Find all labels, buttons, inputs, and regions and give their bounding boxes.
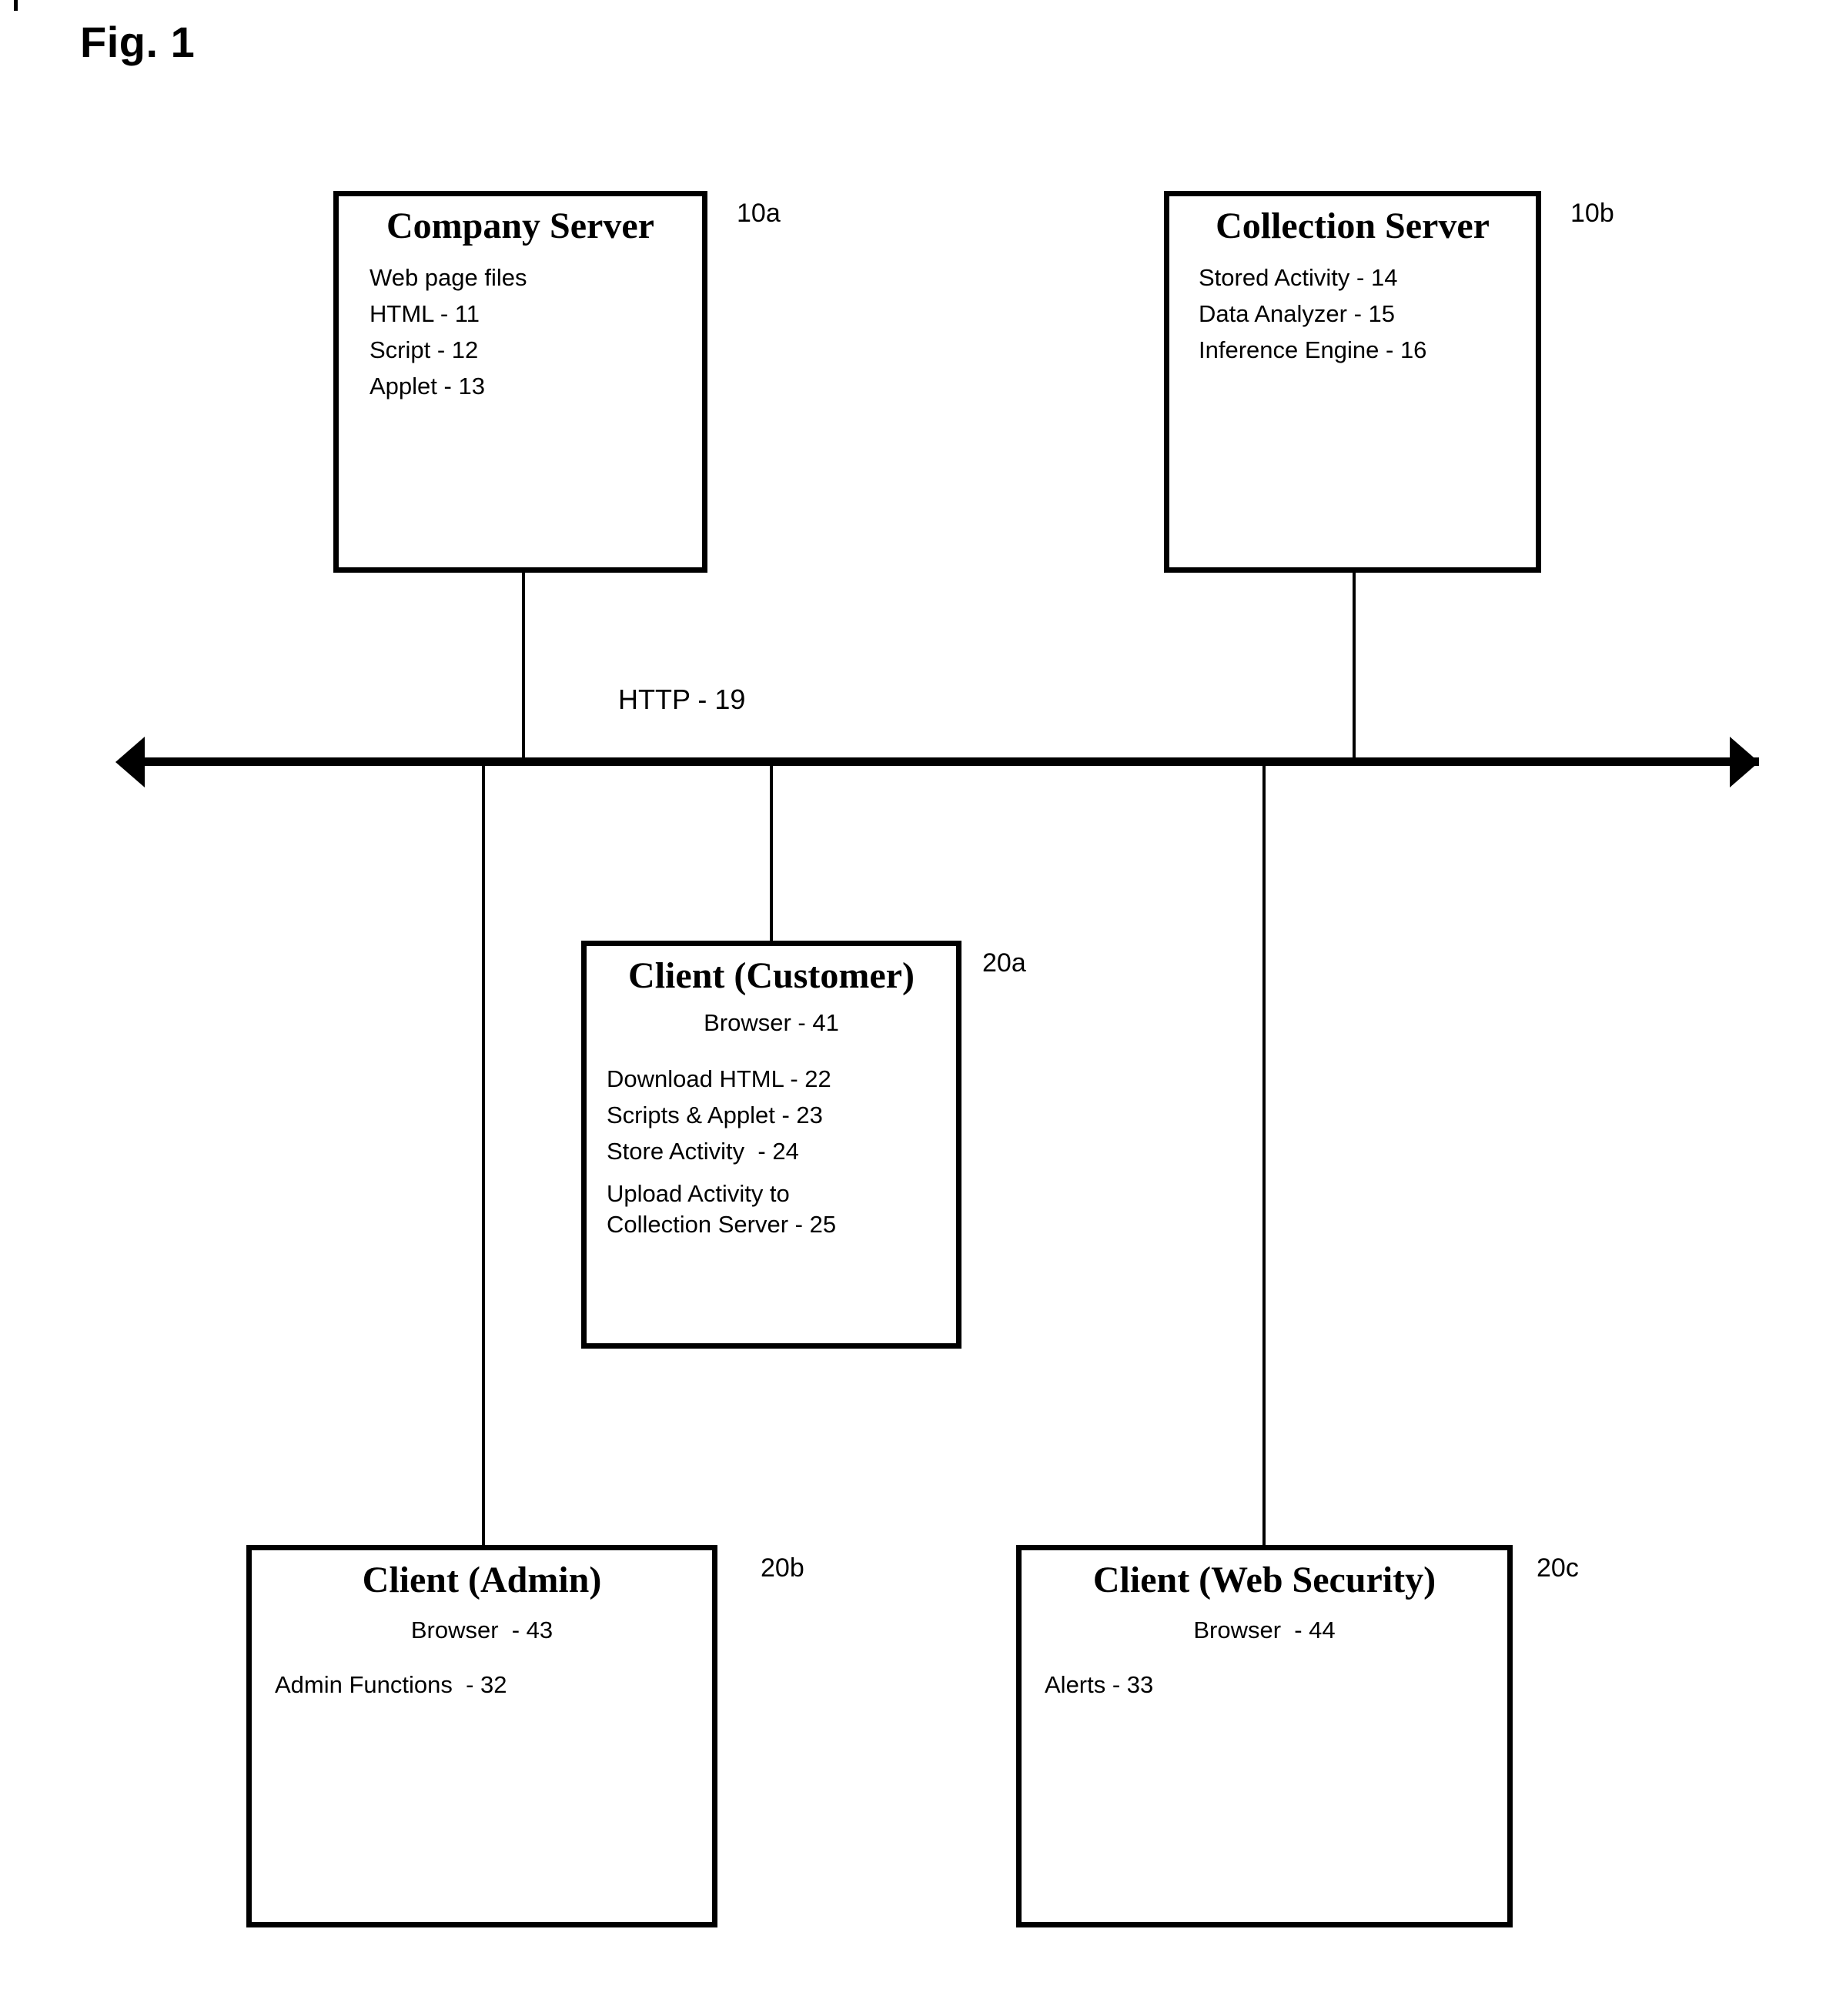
connector-bus-to-client-customer <box>770 764 773 945</box>
node-collection-server-title: Collection Server <box>1216 206 1490 246</box>
node-line: Upload Activity to <box>607 1180 790 1208</box>
figure-caption: Fig. 1 <box>80 18 196 66</box>
ref-numeral-20a: 20a <box>982 948 1026 978</box>
node-client-admin: Client (Admin) Browser - 43 Admin Functi… <box>246 1545 717 1927</box>
node-company-server-body: Web page files HTML - 11 Script - 12 App… <box>339 259 702 404</box>
node-client-admin-browser: Browser - 43 <box>252 1612 712 1648</box>
node-line: Browser - 44 <box>1193 1616 1336 1643</box>
bus-arrow-left-icon <box>115 737 145 787</box>
node-line: Store Activity - 24 <box>607 1138 799 1165</box>
node-line: Stored Activity - 14 <box>1199 263 1398 291</box>
node-client-customer-body: Download HTML - 22 Scripts & Applet - 23… <box>587 1061 956 1240</box>
ref-numeral-10b: 10b <box>1570 199 1614 228</box>
node-client-admin-body: Admin Functions - 32 <box>252 1667 712 1703</box>
node-company-server-title: Company Server <box>386 206 654 246</box>
node-line: Data Analyzer - 15 <box>1199 300 1396 328</box>
figure-canvas: Fig. 1 Company Server Web page files HTM… <box>0 0 1846 2016</box>
node-company-server: Company Server Web page files HTML - 11 … <box>333 191 707 573</box>
ref-numeral-20b: 20b <box>761 1553 804 1583</box>
bus-arrow-right-icon <box>1730 737 1759 787</box>
node-line: Web page files <box>370 263 527 291</box>
ref-numeral-10a: 10a <box>737 199 781 228</box>
node-client-customer-title: Client (Customer) <box>628 955 915 996</box>
node-line: Download HTML - 22 <box>607 1065 831 1093</box>
node-collection-server-body: Stored Activity - 14 Data Analyzer - 15 … <box>1169 259 1536 368</box>
node-client-web-security: Client (Web Security) Browser - 44 Alert… <box>1016 1545 1513 1927</box>
ref-numeral-20c: 20c <box>1537 1553 1579 1583</box>
http-bus-label: HTTP - 19 <box>618 684 746 715</box>
node-line: Browser - 43 <box>410 1616 553 1643</box>
stray-scan-mark <box>14 0 18 11</box>
node-line: Alerts - 33 <box>1045 1671 1154 1699</box>
node-line: Browser - 41 <box>704 1008 839 1036</box>
node-line: Applet - 13 <box>370 373 485 400</box>
node-line: Collection Server - 25 <box>607 1211 837 1239</box>
node-client-customer: Client (Customer) Browser - 41 Download … <box>581 941 961 1349</box>
node-client-web-security-title: Client (Web Security) <box>1092 1560 1436 1600</box>
node-client-web-security-body: Alerts - 33 <box>1022 1667 1507 1703</box>
node-line: Inference Engine - 16 <box>1199 336 1427 364</box>
connector-company-server-to-bus <box>522 573 525 762</box>
node-client-admin-title: Client (Admin) <box>362 1560 602 1600</box>
node-line: Script - 12 <box>370 336 479 364</box>
connector-collection-server-to-bus <box>1353 573 1356 762</box>
connector-bus-to-client-web-security <box>1262 764 1266 1545</box>
node-line: Admin Functions - 32 <box>275 1671 507 1699</box>
connector-bus-to-client-admin <box>482 764 485 1545</box>
node-line: Scripts & Applet - 23 <box>607 1102 823 1129</box>
http-bus-line <box>142 757 1759 766</box>
node-client-web-security-browser: Browser - 44 <box>1022 1612 1507 1648</box>
node-collection-server: Collection Server Stored Activity - 14 D… <box>1164 191 1541 573</box>
node-line: HTML - 11 <box>370 300 480 328</box>
node-client-customer-browser: Browser - 41 <box>587 1005 956 1041</box>
